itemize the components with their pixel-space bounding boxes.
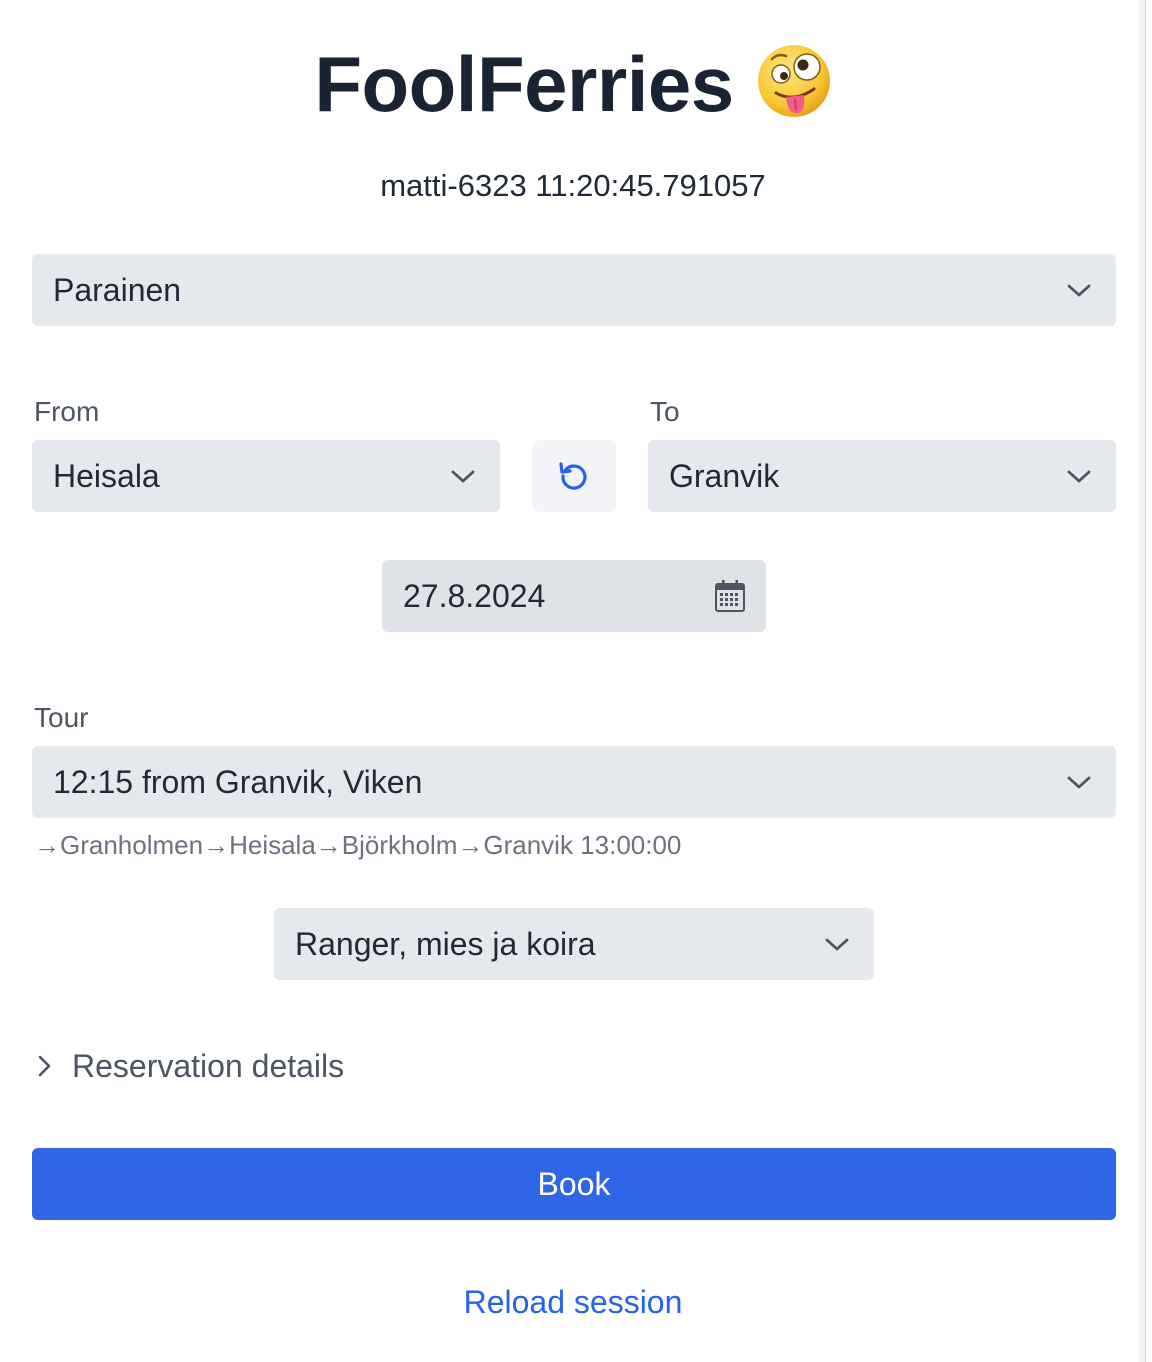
chevron-down-icon: [825, 938, 849, 951]
date-value: 27.8.2024: [403, 577, 546, 614]
date-input[interactable]: 27.8.2024: [382, 560, 766, 632]
from-select[interactable]: Heisala: [32, 440, 500, 512]
tour-route-text: →Granholmen→Heisala→Björkholm→Granvik 13…: [34, 830, 682, 860]
swap-refresh-icon: [559, 462, 587, 490]
to-label: To: [650, 396, 680, 427]
chevron-right-icon: [38, 1055, 51, 1077]
app-title: FoolFerries: [314, 39, 734, 128]
chevron-down-icon: [1067, 776, 1091, 789]
reload-session-link[interactable]: Reload session: [0, 1284, 1146, 1321]
tour-select-value: 12:15 from Granvik, Viken: [53, 763, 423, 800]
chevron-down-icon: [1067, 284, 1091, 297]
from-label: From: [34, 396, 100, 427]
from-select-value: Heisala: [53, 457, 160, 494]
book-button[interactable]: Book: [32, 1148, 1116, 1220]
zany-face-emoji-icon: [756, 43, 832, 119]
header: FoolFerries: [0, 36, 1146, 132]
swap-direction-button[interactable]: [532, 440, 616, 512]
session-info: matti-6323 11:20:45.791057: [380, 168, 766, 203]
vehicle-select-value: Ranger, mies ja koira: [295, 925, 596, 962]
tour-select[interactable]: 12:15 from Granvik, Viken: [32, 746, 1116, 818]
tour-label: Tour: [34, 702, 89, 733]
area-select-value: Parainen: [53, 271, 182, 308]
chevron-down-icon: [1067, 470, 1091, 483]
vehicle-select[interactable]: Ranger, mies ja koira: [274, 908, 874, 980]
to-select-value: Granvik: [669, 457, 780, 494]
booking-app: FoolFerries matti-6323 11:20:45.791057 P…: [0, 0, 1146, 1362]
area-select[interactable]: Parainen: [32, 254, 1116, 326]
to-select[interactable]: Granvik: [648, 440, 1116, 512]
chevron-down-icon: [451, 470, 475, 483]
reservation-details-label: Reservation details: [72, 1047, 345, 1084]
reservation-details-toggle[interactable]: Reservation details: [34, 1044, 344, 1088]
window-edge-strip: [1139, 0, 1145, 1362]
calendar-icon[interactable]: [714, 579, 746, 613]
